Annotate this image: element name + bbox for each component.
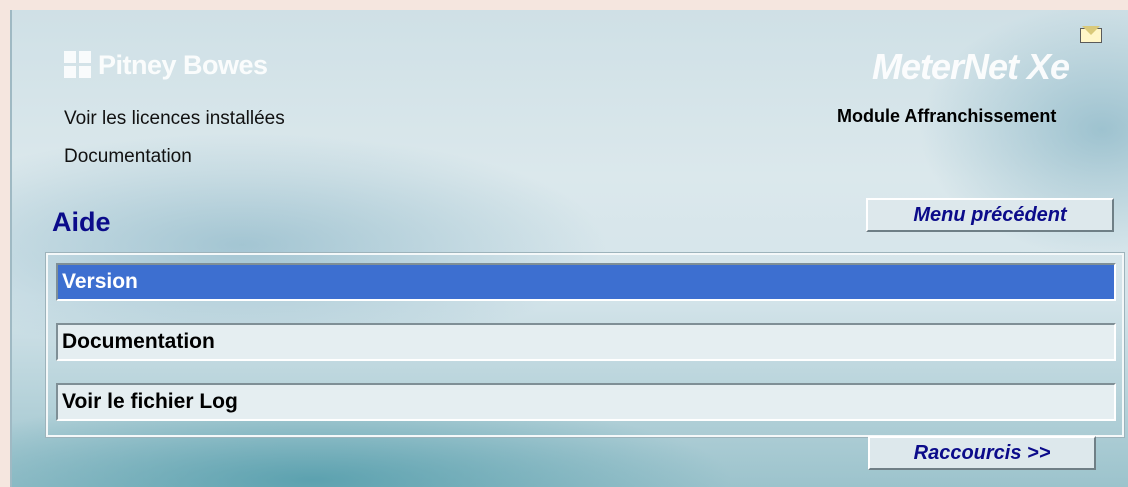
previous-menu-button[interactable]: Menu précédent: [866, 198, 1114, 232]
menu-item-version[interactable]: Version: [56, 263, 1116, 301]
shortcuts-button[interactable]: Raccourcis >>: [868, 436, 1096, 470]
licenses-link[interactable]: Voir les licences installées: [64, 108, 285, 130]
module-label: Module Affranchissement: [837, 106, 1057, 126]
section-title: Aide: [52, 207, 111, 237]
envelope-icon: [1080, 26, 1102, 43]
pitney-bowes-logo: Pitney Bowes: [64, 48, 268, 82]
meternet-logo: MeterNet Xe: [872, 46, 1070, 87]
documentation-link[interactable]: Documentation: [64, 146, 192, 168]
menu-item-log-file[interactable]: Voir le fichier Log: [56, 383, 1116, 421]
menu-list: Version Documentation Voir le fichier Lo…: [45, 252, 1125, 438]
main-panel: Pitney Bowes MeterNet Xe Module Affranch…: [10, 10, 1128, 487]
brand-logo-text: Pitney Bowes: [98, 49, 268, 80]
pitney-bowes-logo-icon: [64, 51, 92, 79]
menu-item-documentation[interactable]: Documentation: [56, 323, 1116, 361]
